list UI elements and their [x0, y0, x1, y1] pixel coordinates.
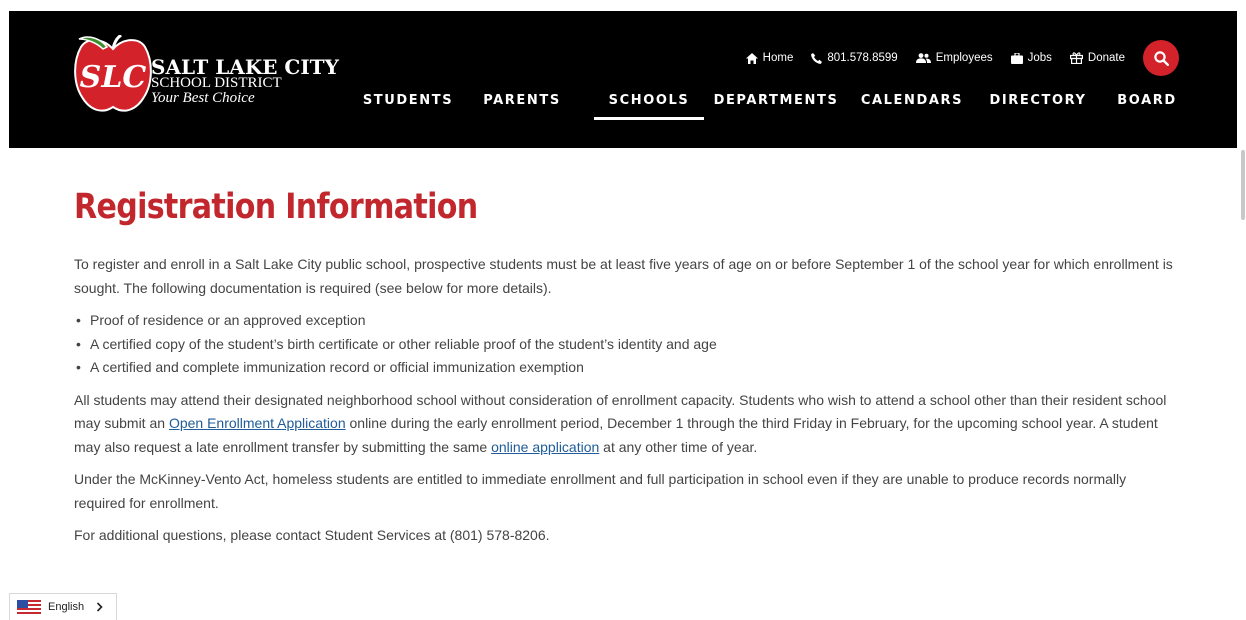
page-title: Registration Information — [74, 187, 478, 227]
utility-donate-link[interactable]: Donate — [1069, 52, 1125, 64]
chevron-right-icon — [97, 602, 103, 612]
utility-employees-link[interactable]: Employees — [915, 52, 993, 64]
list-item: A certified copy of the student’s birth … — [76, 333, 1180, 357]
main-nav: STUDENTS PARENTS SCHOOLS DEPARTMENTS CAL… — [363, 93, 1175, 120]
district-logo[interactable]: SLC SALT LAKE CITY SCHOOL DISTRICT Your … — [73, 35, 339, 115]
contact-paragraph: For additional questions, please contact… — [74, 527, 550, 543]
utility-home-link[interactable]: Home — [745, 52, 794, 64]
utility-home-label: Home — [762, 52, 794, 64]
enrollment-text-3: at any other time of year. — [599, 438, 758, 455]
users-icon — [915, 53, 931, 63]
search-button[interactable] — [1143, 40, 1179, 76]
nav-schools[interactable]: SCHOOLS — [594, 93, 704, 120]
us-flag-icon — [17, 600, 41, 614]
enrollment-paragraph: All students may attend their designated… — [74, 389, 1180, 460]
utility-employees-label: Employees — [935, 52, 993, 64]
apple-logo-icon: SLC — [74, 35, 152, 112]
nav-calendars[interactable]: CALENDARS — [861, 93, 962, 119]
briefcase-icon — [1010, 52, 1023, 64]
main-content: To register and enroll in a Salt Lake Ci… — [74, 253, 1180, 557]
phone-icon — [811, 52, 823, 64]
nav-students[interactable]: STUDENTS — [363, 93, 452, 119]
site-header: SLC SALT LAKE CITY SCHOOL DISTRICT Your … — [9, 11, 1237, 148]
logo-text: SALT LAKE CITY SCHOOL DISTRICT Your Best… — [151, 57, 339, 106]
list-item: A certified and complete immunization re… — [76, 356, 1180, 380]
utility-jobs-label: Jobs — [1027, 52, 1052, 64]
utility-phone-label: 801.578.8599 — [827, 52, 898, 64]
utility-phone-link[interactable]: 801.578.8599 — [811, 52, 898, 64]
nav-board[interactable]: BOARD — [1117, 93, 1175, 119]
home-icon — [745, 52, 758, 64]
open-enrollment-link[interactable]: Open Enrollment Application — [169, 415, 346, 431]
utility-donate-label: Donate — [1087, 52, 1125, 64]
list-item: Proof of residence or an approved except… — [76, 309, 1180, 333]
nav-parents[interactable]: PARENTS — [483, 93, 559, 119]
search-icon — [1153, 50, 1169, 66]
logo-name: SALT LAKE CITY — [151, 55, 339, 79]
online-application-link[interactable]: online application — [491, 439, 599, 455]
utility-nav: Home 801.578.8599 Employees Jobs Donate — [728, 47, 1125, 69]
nav-departments[interactable]: DEPARTMENTS — [714, 93, 837, 119]
nav-directory[interactable]: DIRECTORY — [989, 93, 1084, 119]
logo-tagline: Your Best Choice — [151, 90, 255, 106]
svg-text:SLC: SLC — [80, 60, 147, 95]
gift-icon — [1069, 52, 1083, 64]
page-scrollbar[interactable] — [1241, 150, 1245, 220]
requirements-list: Proof of residence or an approved except… — [74, 309, 1180, 380]
language-label: English — [48, 601, 85, 613]
utility-jobs-link[interactable]: Jobs — [1010, 52, 1052, 64]
mckinney-vento-paragraph: Under the McKinney-Vento Act, homeless s… — [74, 471, 1127, 511]
intro-paragraph: To register and enroll in a Salt Lake Ci… — [74, 256, 1173, 296]
